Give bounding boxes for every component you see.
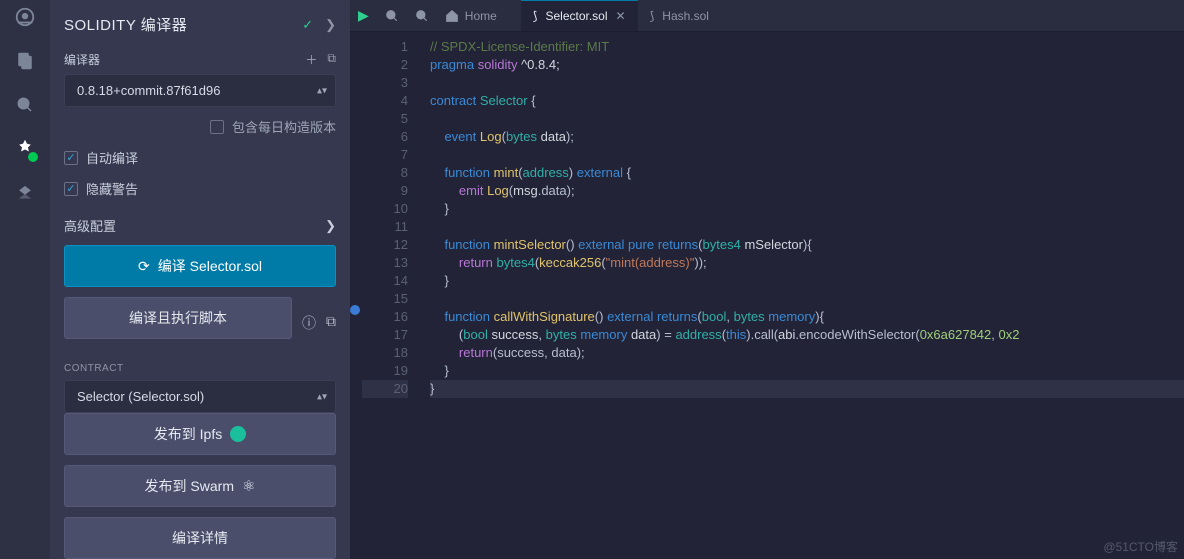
compile-run-button[interactable]: 编译且执行脚本 bbox=[64, 297, 292, 339]
auto-compile-checkbox[interactable] bbox=[64, 151, 78, 165]
ipfs-icon bbox=[230, 426, 246, 442]
zoom-out-icon[interactable] bbox=[385, 9, 399, 23]
updown-icon: ▴▾ bbox=[317, 85, 327, 96]
contract-select[interactable]: Selector (Selector.sol) ▴▾ bbox=[64, 380, 336, 413]
tab-label: Hash.sol bbox=[662, 9, 709, 23]
tab-hash-sol[interactable]: ⟆ Hash.sol bbox=[638, 0, 721, 32]
details-label: 编译详情 bbox=[172, 528, 228, 548]
zoom-in-icon[interactable] bbox=[415, 9, 429, 23]
contract-select-value: Selector (Selector.sol) bbox=[77, 389, 204, 404]
tab-selector-sol[interactable]: ⟆ Selector.sol ✕ bbox=[521, 0, 638, 31]
line-gutter: 1234567891011121314151617181920 bbox=[362, 32, 422, 559]
logo-icon[interactable] bbox=[14, 6, 36, 28]
info-icon[interactable]: ⓘ bbox=[302, 313, 316, 333]
icon-sidebar bbox=[0, 0, 50, 559]
editor-area: ▶ Home ⟆ Selector.sol ✕ ⟆ Hash.sol bbox=[350, 0, 1184, 559]
chevron-right-icon: ❯ bbox=[325, 218, 336, 234]
panel-title: SOLIDITY 编译器 bbox=[64, 14, 187, 35]
updown-icon: ▴▾ bbox=[317, 391, 327, 402]
auto-compile-label: 自动编译 bbox=[86, 148, 138, 167]
advanced-config-toggle[interactable]: 高级配置 ❯ bbox=[64, 216, 336, 235]
publish-swarm-label: 发布到 Swarm bbox=[145, 476, 234, 496]
breakpoint-column[interactable] bbox=[350, 32, 362, 559]
compiler-panel: SOLIDITY 编译器 ✓ ❯ 编译器 ＋ ⧉ 0.8.18+commit.8… bbox=[50, 0, 350, 559]
close-icon[interactable]: ✕ bbox=[616, 9, 626, 23]
contract-label: CONTRACT bbox=[64, 363, 336, 374]
advanced-label: 高级配置 bbox=[64, 216, 116, 235]
chevron-right-icon[interactable]: ❯ bbox=[325, 17, 336, 33]
copy-icon[interactable]: ⧉ bbox=[326, 313, 336, 333]
tab-label: Selector.sol bbox=[545, 9, 607, 23]
solidity-icon: ⟆ bbox=[650, 9, 655, 23]
compiler-icon[interactable] bbox=[14, 138, 36, 160]
search-icon[interactable] bbox=[14, 94, 36, 116]
publish-swarm-button[interactable]: 发布到 Swarm ⚛ bbox=[64, 465, 336, 507]
solidity-icon: ⟆ bbox=[533, 9, 538, 23]
swarm-icon: ⚛ bbox=[242, 477, 255, 495]
files-icon[interactable] bbox=[14, 50, 36, 72]
deploy-icon[interactable] bbox=[14, 182, 36, 204]
publish-ipfs-label: 发布到 Ipfs bbox=[154, 424, 222, 444]
status-check-icon: ✓ bbox=[302, 17, 313, 33]
code-editor[interactable]: // SPDX-License-Identifier: MITpragma so… bbox=[422, 32, 1184, 559]
hide-warnings-label: 隐藏警告 bbox=[86, 179, 138, 198]
run-icon[interactable]: ▶ bbox=[358, 7, 369, 24]
compile-button[interactable]: ⟳ 编译 Selector.sol bbox=[64, 245, 336, 287]
refresh-icon: ⟳ bbox=[138, 258, 150, 275]
breakpoint-marker[interactable] bbox=[350, 305, 360, 315]
compiler-label: 编译器 bbox=[64, 51, 100, 68]
add-compiler-icon[interactable]: ＋ bbox=[305, 51, 317, 68]
compilation-details-button[interactable]: 编译详情 bbox=[64, 517, 336, 559]
nightly-label: 包含每日构造版本 bbox=[232, 117, 336, 136]
home-label: Home bbox=[465, 9, 497, 23]
publish-ipfs-button[interactable]: 发布到 Ipfs bbox=[64, 413, 336, 455]
compile-run-label: 编译且执行脚本 bbox=[129, 308, 227, 328]
hide-warnings-checkbox[interactable] bbox=[64, 182, 78, 196]
editor-toolbar: ▶ Home ⟆ Selector.sol ✕ ⟆ Hash.sol bbox=[350, 0, 1184, 32]
compiler-version-select[interactable]: 0.8.18+commit.87f61d96 ▴▾ bbox=[64, 74, 336, 107]
copy-icon[interactable]: ⧉ bbox=[327, 51, 336, 68]
home-button[interactable]: Home bbox=[445, 9, 497, 23]
editor-tabs: ⟆ Selector.sol ✕ ⟆ Hash.sol bbox=[521, 0, 721, 32]
watermark: @51CTO博客 bbox=[1103, 538, 1178, 555]
compile-button-label: 编译 Selector.sol bbox=[158, 256, 262, 276]
compiler-version-value: 0.8.18+commit.87f61d96 bbox=[77, 83, 220, 98]
nightly-checkbox[interactable] bbox=[210, 120, 224, 134]
